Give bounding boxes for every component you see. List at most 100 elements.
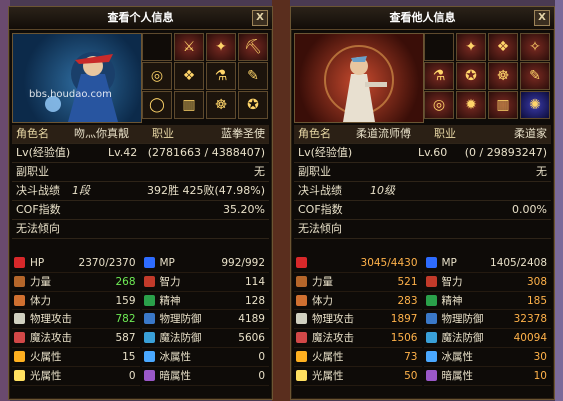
equip-slot[interactable]: ☸ <box>488 62 518 90</box>
stat-cell: 物理攻击 1897 <box>294 310 422 330</box>
character-name: 柔道流师傅 <box>356 127 411 140</box>
spirit-icon <box>143 294 155 306</box>
name-row: 角色名 柔道流师傅 职业 柔道家 <box>294 125 551 144</box>
info-rows: 角色名 吻灬你真靓 职业 蓝拳圣使 Lv(经验值) Lv.42 (2781663… <box>12 125 269 239</box>
stat-cell: MP 992/992 <box>141 254 269 273</box>
equip-slot[interactable]: ⚗ <box>206 62 236 90</box>
stat-value: 587 <box>115 332 136 345</box>
stat-cell: HP 2370/2370 <box>12 254 140 273</box>
equip-slot[interactable]: ⚗ <box>424 62 454 90</box>
equip-slot[interactable]: ✎ <box>520 62 550 90</box>
stat-cell: 精神 128 <box>141 292 269 311</box>
equip-slot[interactable]: ▥ <box>174 91 204 119</box>
stat-label: 物理攻击 <box>312 313 354 326</box>
shield-icon <box>425 313 437 325</box>
equip-slot[interactable]: ❖ <box>174 62 204 90</box>
equip-slot[interactable]: ◎ <box>142 62 172 90</box>
stat-cell: 冰属性 0 <box>141 348 269 367</box>
stat-cell: 智力 308 <box>423 273 551 292</box>
stat-cell: MP 1405/2408 <box>423 254 551 273</box>
equip-slot[interactable]: ⛏ <box>238 33 268 61</box>
stat-value: 73 <box>404 350 418 363</box>
stat-cell: 火属性 73 <box>294 348 422 367</box>
equip-slot[interactable]: ✪ <box>238 91 268 119</box>
equip-slot[interactable]: ❖ <box>488 33 518 61</box>
heart-icon <box>14 257 25 268</box>
equip-slot[interactable]: ✪ <box>456 62 486 90</box>
equip-slot[interactable]: ✺ <box>520 91 550 119</box>
level-row: Lv(经验值) Lv.42 (2781663 / 4388407) <box>12 144 269 163</box>
strength-icon <box>14 275 25 287</box>
info-rows: 角色名 柔道流师傅 职业 柔道家 Lv(经验值) Lv.60 (0 / 2989… <box>294 125 551 239</box>
stat-label: 物理防御 <box>441 313 484 326</box>
equip-slot[interactable] <box>424 33 454 61</box>
stat-value: 0 <box>258 350 265 363</box>
job-value: 柔道家 <box>514 127 547 140</box>
equip-slot[interactable]: ✹ <box>456 91 486 119</box>
fire-icon <box>14 350 25 362</box>
subjob-value: 无 <box>254 165 265 178</box>
stat-label: MP <box>441 257 457 269</box>
magic-attack-icon <box>14 332 25 344</box>
equip-slot[interactable]: ✧ <box>520 33 550 61</box>
stat-label: 暗属性 <box>441 369 474 382</box>
cof-value: 35.20% <box>223 203 265 216</box>
cof-row: COF指数 0.00% <box>294 201 551 220</box>
stat-cell: 暗属性 10 <box>423 367 551 386</box>
equip-slot[interactable]: ✦ <box>206 33 236 61</box>
character-portrait <box>294 33 424 123</box>
stat-value: 4189 <box>238 313 265 326</box>
stat-value: 159 <box>115 294 136 307</box>
fire-icon <box>296 350 307 362</box>
pvp-rank: 10级 <box>370 184 395 197</box>
stat-cell: 暗属性 0 <box>141 367 269 386</box>
level-label: Lv(经验值) <box>298 146 353 159</box>
stat-value: 10 <box>533 369 547 382</box>
equip-slot[interactable]: ⚔ <box>174 33 204 61</box>
stat-label: 物理攻击 <box>30 313 72 326</box>
light-icon <box>14 369 25 381</box>
mp-heart-icon <box>425 257 437 268</box>
stat-cell: 力量 268 <box>12 273 140 292</box>
stat-value: 1897 <box>390 313 418 326</box>
stat-label: HP <box>30 257 45 269</box>
pvp-rank: 1段 <box>72 184 90 197</box>
exp-value: (0 / 29893247) <box>464 146 547 159</box>
pvp-label: 决斗战绩 <box>16 184 60 197</box>
ice-icon <box>425 350 437 362</box>
cof-row: COF指数 35.20% <box>12 201 269 220</box>
stat-label: 力量 <box>312 275 333 288</box>
background-strip-right <box>555 0 563 401</box>
equip-slot[interactable]: ☸ <box>206 91 236 119</box>
level-row: Lv(经验值) Lv.60 (0 / 29893247) <box>294 144 551 163</box>
job-label: 职业 <box>152 127 174 140</box>
equip-slot[interactable]: ✎ <box>238 62 268 90</box>
equip-slot[interactable]: ◎ <box>424 91 454 119</box>
intelligence-icon <box>143 275 155 287</box>
cof-label: COF指数 <box>298 203 343 216</box>
level-value: Lv.60 <box>418 146 448 159</box>
close-button[interactable]: X <box>252 10 268 26</box>
stat-label: 暗属性 <box>159 369 192 382</box>
stat-label: 魔法防御 <box>159 332 202 345</box>
equip-slot[interactable]: ✦ <box>456 33 486 61</box>
close-button[interactable]: X <box>534 10 550 26</box>
stat-cell: 物理攻击 782 <box>12 310 140 330</box>
equip-slot[interactable]: ◯ <box>142 91 172 119</box>
sword-icon <box>14 313 25 325</box>
equip-slot[interactable]: ▥ <box>488 91 518 119</box>
character-portrait: bbs.houdao.com <box>12 33 142 123</box>
watermark-text: bbs.houdao.com <box>29 89 112 100</box>
stat-label: 物理防御 <box>159 313 202 326</box>
stat-value: 521 <box>397 275 418 288</box>
stat-label: 体力 <box>312 294 333 307</box>
equip-slot[interactable] <box>142 33 172 61</box>
stat-value: 185 <box>526 294 547 307</box>
name-row: 角色名 吻灬你真靓 职业 蓝拳圣使 <box>12 125 269 144</box>
stat-cell: 体力 159 <box>12 292 140 311</box>
level-label: Lv(经验值) <box>16 146 71 159</box>
magic-attack-icon <box>296 332 307 344</box>
stat-value: 1506 <box>390 332 418 345</box>
dark-icon <box>143 369 155 381</box>
character-name: 吻灬你真靓 <box>74 127 129 140</box>
